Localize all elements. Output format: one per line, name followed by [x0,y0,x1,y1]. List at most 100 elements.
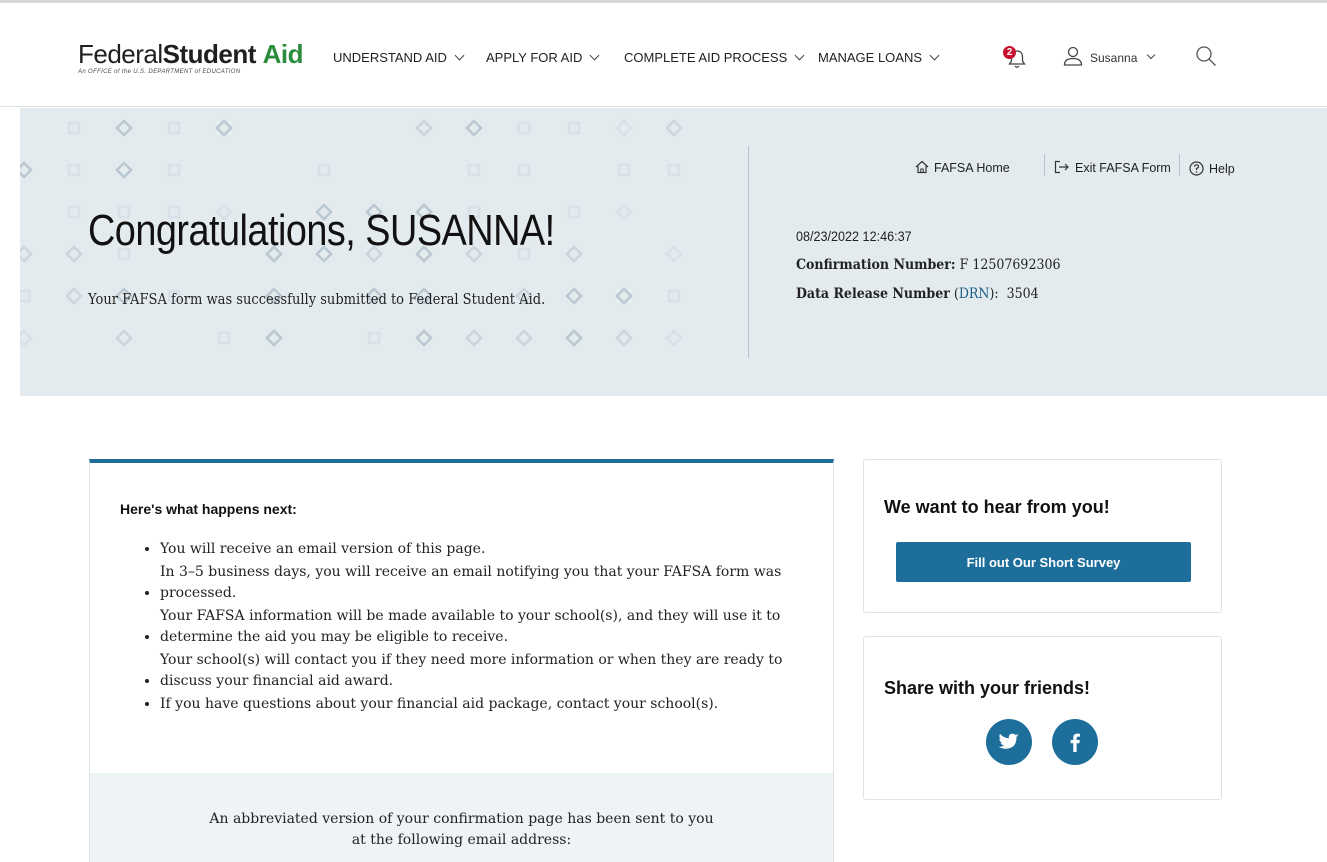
exit-fafsa-link[interactable]: Exit FAFSA Form [1054,158,1171,175]
email-notice: An abbreviated version of your confirmat… [90,773,833,862]
help-label: Help [1209,162,1235,176]
list-item: Your FAFSA information will be made avai… [160,606,802,649]
nav-label: UNDERSTAND AID [333,50,447,65]
banner-divider [748,146,749,358]
list-item: You will receive an email version of thi… [160,539,802,561]
nav-complete-aid-process[interactable]: COMPLETE AID PROCESS [624,50,805,65]
pattern-diamond [565,287,583,305]
pattern-diamond [667,289,681,303]
pattern-diamond [615,287,633,305]
user-icon [1063,46,1083,66]
drn-label: Data Release Number [796,286,950,302]
nav-understand-aid[interactable]: UNDERSTAND AID [333,50,465,65]
pattern-diamond [665,245,683,263]
chevron-down-icon [1146,50,1156,60]
facebook-icon [1070,733,1080,752]
pattern-diamond [565,245,583,263]
pattern-diamond [415,119,433,137]
email-notice-text: An abbreviated version of your confirmat… [90,809,833,851]
pattern-diamond [215,119,233,137]
list-item: Your school(s) will contact you if they … [160,650,802,693]
submission-message: Your FAFSA form was successfully submitt… [88,292,546,308]
share-card: Share with your friends! [863,636,1222,800]
list-item-text: Your FAFSA information will be made avai… [160,607,781,646]
nav-manage-loans[interactable]: MANAGE LOANS [818,50,940,65]
share-title: Share with your friends! [884,678,1091,698]
confirmation-banner: FAFSA Home Exit FAFSA Form Help Congratu… [20,108,1327,396]
page-title: Congratulations, SUSANNA! [88,206,555,255]
pattern-diamond [415,329,433,347]
pattern-diamond [567,205,581,219]
facebook-share-button[interactable] [1052,719,1098,765]
logo-wordmark: FederalStudent Aid [78,39,304,69]
pattern-diamond [167,121,181,135]
pattern-diamond [20,329,33,347]
pattern-diamond [20,245,33,263]
logo-word-aid: Aid [262,39,304,69]
exit-fafsa-label: Exit FAFSA Form [1075,161,1171,175]
pattern-diamond [465,119,483,137]
list-item: In 3–5 business days, you will receive a… [160,562,802,605]
fafsa-home-label: FAFSA Home [934,161,1010,175]
site-header: FederalStudent Aid An OFFICE of the U.S.… [0,3,1327,107]
util-divider [1044,154,1045,176]
nav-label: MANAGE LOANS [818,50,923,65]
submission-timestamp: 08/23/2022 12:46:37 [796,228,912,244]
pattern-diamond [367,331,381,345]
survey-title: We want to hear from you! [884,497,1110,517]
pattern-diamond [665,119,683,137]
help-icon [1189,161,1204,176]
notifications-button[interactable]: 2 [1003,46,1027,70]
pattern-diamond [67,205,81,219]
fafsa-utility-links: FAFSA Home Exit FAFSA Form Help [20,154,1327,178]
chevron-down-icon [454,50,465,61]
list-item-text: You will receive an email version of thi… [160,541,486,557]
pattern-diamond [115,119,133,137]
list-item-text: If you have questions about your financi… [160,695,719,712]
pattern-diamond [115,329,133,347]
help-link[interactable]: Help [1189,158,1235,176]
survey-button[interactable]: Fill out Our Short Survey [896,542,1191,582]
pattern-diamond [615,203,633,221]
pattern-diamond [517,121,531,135]
twitter-share-button[interactable] [986,719,1032,765]
pattern-diamond [615,329,633,347]
exit-icon [1054,160,1069,174]
logo-subtitle: An OFFICE of the U.S. DEPARTMENT of EDUC… [78,69,241,75]
search-button[interactable] [1195,45,1217,67]
confirmation-value: F 12507692306 [959,257,1061,273]
fsa-logo[interactable]: FederalStudent Aid An OFFICE of the U.S.… [78,39,304,80]
next-steps-heading: Here's what happens next: [120,501,297,517]
confirmation-label: Confirmation Number: [796,257,956,273]
nav-apply-for-aid[interactable]: APPLY FOR AID [486,50,600,65]
list-item: If you have questions about your financi… [160,694,802,716]
logo-word-federal: Federal [78,39,163,69]
pattern-diamond [67,121,81,135]
pattern-diamond [465,329,483,347]
confirmation-number: Confirmation Number: F 12507692306 [796,257,1061,273]
pattern-diamond [265,329,283,347]
twitter-icon [998,733,1019,749]
list-item-text: In 3–5 business days, you will receive a… [160,563,782,602]
chevron-down-icon [589,50,600,61]
next-steps-list: You will receive an email version of thi… [142,539,802,716]
util-divider [1179,154,1180,176]
user-name: Susanna [1090,51,1138,65]
pattern-diamond [217,331,231,345]
pattern-diamond [20,289,31,303]
email-notice-line: An abbreviated version of your confirmat… [209,811,714,827]
fafsa-home-link[interactable]: FAFSA Home [915,158,1010,175]
chevron-down-icon [929,50,940,61]
home-icon [915,160,929,174]
drn-link[interactable]: DRN [959,286,990,302]
logo-word-student: Student [162,39,257,69]
search-icon [1196,46,1216,66]
chevron-down-icon [794,50,805,61]
survey-card: We want to hear from you! Fill out Our S… [863,459,1222,613]
nav-label: APPLY FOR AID [486,50,583,65]
drn-value: 3504 [1006,286,1039,302]
nav-label: COMPLETE AID PROCESS [624,50,788,65]
notification-badge: 2 [1003,46,1016,59]
pattern-diamond [565,329,583,347]
pattern-diamond [515,329,533,347]
